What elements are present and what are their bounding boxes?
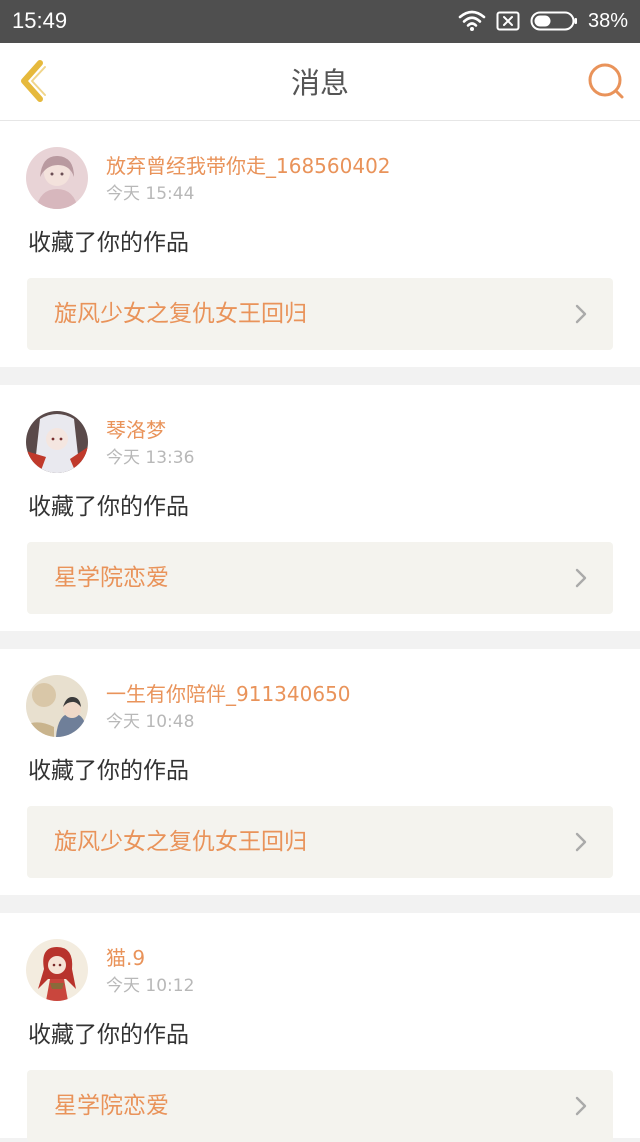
chevron-right-icon	[575, 832, 587, 852]
user-name[interactable]: 一生有你陪伴_911340650	[106, 681, 351, 707]
battery-percent: 38%	[587, 9, 628, 32]
message-card: 一生有你陪伴_911340650 今天 10:48 收藏了你的作品 旋风少女之复…	[0, 649, 640, 895]
chevron-right-icon	[575, 304, 587, 324]
avatar-image	[26, 411, 88, 473]
work-link[interactable]: 星学院恋爱	[27, 1070, 613, 1142]
chevron-right-icon	[575, 568, 587, 588]
no-sim-icon	[496, 11, 520, 31]
status-bar: 15:49 38%	[0, 0, 640, 43]
search-icon	[588, 63, 624, 99]
avatar[interactable]	[26, 939, 88, 1001]
message-card: 琴洛梦 今天 13:36 收藏了你的作品 星学院恋爱	[0, 385, 640, 631]
status-time: 15:49	[12, 8, 68, 33]
avatar-image	[26, 147, 88, 209]
message-action: 收藏了你的作品	[28, 1022, 189, 1048]
status-icons: 38%	[458, 8, 628, 34]
chevron-right-icon	[575, 1096, 587, 1116]
work-link[interactable]: 星学院恋爱	[27, 542, 613, 614]
message-card: 猫.9 今天 10:12 收藏了你的作品 星学院恋爱	[0, 913, 640, 1142]
battery-icon	[530, 11, 577, 31]
message-action: 收藏了你的作品	[28, 494, 189, 520]
message-time: 今天 10:12	[106, 976, 195, 996]
message-card: 放弃曾经我带你走_168560402 今天 15:44 收藏了你的作品 旋风少女…	[0, 121, 640, 367]
message-action: 收藏了你的作品	[28, 758, 189, 784]
message-time: 今天 13:36	[106, 448, 195, 468]
work-title: 旋风少女之复仇女王回归	[54, 301, 307, 327]
message-action: 收藏了你的作品	[28, 230, 189, 256]
page-title: 消息	[290, 66, 349, 100]
wifi-icon	[458, 10, 486, 31]
avatar[interactable]	[26, 675, 88, 737]
work-title: 旋风少女之复仇女王回归	[54, 829, 307, 855]
user-name[interactable]: 猫.9	[106, 945, 145, 971]
search-button[interactable]	[586, 61, 626, 101]
avatar-image	[26, 675, 88, 737]
user-name[interactable]: 放弃曾经我带你走_168560402	[106, 153, 391, 179]
work-link[interactable]: 旋风少女之复仇女王回归	[27, 278, 613, 350]
user-name[interactable]: 琴洛梦	[106, 417, 166, 443]
work-title: 星学院恋爱	[54, 565, 169, 591]
avatar-image	[26, 939, 88, 1001]
work-link[interactable]: 旋风少女之复仇女王回归	[27, 806, 613, 878]
avatar[interactable]	[26, 411, 88, 473]
work-title: 星学院恋爱	[54, 1093, 169, 1119]
avatar[interactable]	[26, 147, 88, 209]
message-time: 今天 15:44	[106, 184, 195, 204]
nav-bar: 消息	[0, 43, 640, 121]
message-time: 今天 10:48	[106, 712, 195, 732]
